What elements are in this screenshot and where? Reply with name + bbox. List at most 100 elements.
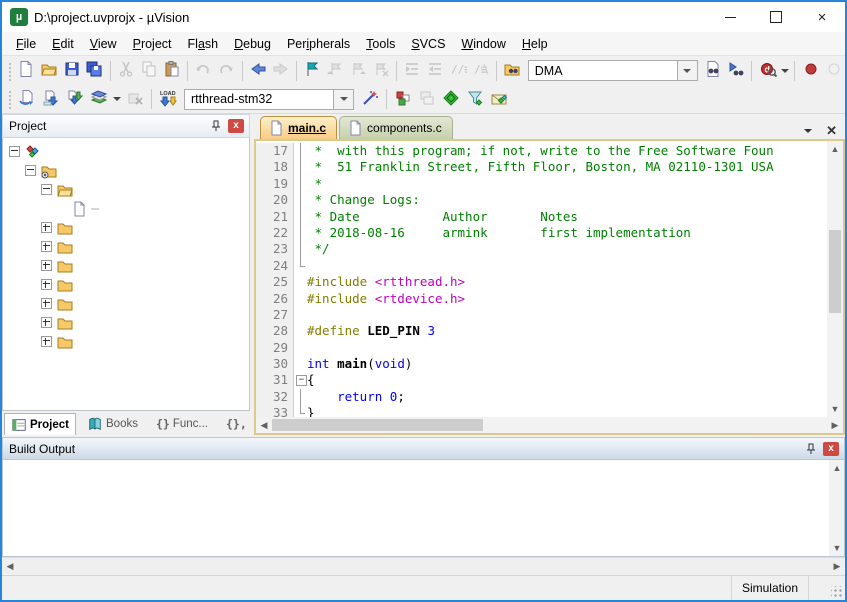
tree-toggle-minus[interactable] — [41, 184, 52, 195]
tree-item-label[interactable] — [77, 322, 85, 324]
code-line[interactable]: 17 * with this program; if not, write to… — [256, 143, 827, 159]
code-line[interactable]: 25 #include <rtthread.h> — [256, 274, 827, 290]
search-box[interactable]: DMA — [528, 60, 698, 81]
menu-edit[interactable]: Edit — [44, 34, 82, 54]
cut-button[interactable] — [115, 59, 138, 83]
build-output-vertical-scrollbar[interactable]: ▲ ▼ — [829, 460, 844, 556]
redo-button[interactable] — [215, 59, 238, 83]
indent-button[interactable] — [401, 59, 424, 83]
options-for-target-button[interactable] — [358, 87, 382, 111]
tree-item-label[interactable] — [77, 189, 85, 191]
code-line[interactable]: 23 */ — [256, 241, 827, 257]
scroll-down-icon[interactable]: ▼ — [827, 401, 843, 417]
tree-toggle-plus[interactable] — [41, 317, 52, 328]
search-box-dropdown-icon[interactable] — [678, 60, 698, 81]
close-button[interactable]: × — [799, 2, 845, 32]
tree-item-label[interactable] — [61, 170, 69, 172]
code-line[interactable]: 24 — [256, 258, 827, 274]
tree-item-kernel-sample[interactable] — [3, 332, 249, 351]
target-select[interactable]: rtthread-stm32 — [184, 89, 354, 110]
code-text[interactable]: int main(void) — [307, 356, 412, 372]
editor-vertical-scrollbar[interactable]: ▲ ▼ — [827, 141, 843, 417]
tree-toggle-plus[interactable] — [41, 241, 52, 252]
menu-project[interactable]: Project — [125, 34, 180, 54]
close-document-icon[interactable]: ✕ — [826, 123, 837, 139]
code-text[interactable]: * — [307, 176, 322, 192]
manage-project-items-button[interactable] — [391, 87, 415, 111]
code-text[interactable]: * Date Author Notes — [307, 209, 578, 225]
tree-item-drivers[interactable] — [3, 218, 249, 237]
target-select-value[interactable]: rtthread-stm32 — [184, 89, 334, 110]
kill-all-breakpoints-button[interactable] — [822, 59, 845, 83]
pin-icon[interactable] — [207, 118, 225, 134]
maximize-button[interactable] — [753, 2, 799, 32]
code-line[interactable]: 20 * Change Logs: — [256, 192, 827, 208]
title-bar[interactable]: µ D:\project.uvprojx - µVision × — [2, 2, 845, 32]
tree-item-stm32-hal[interactable] — [3, 237, 249, 256]
menu-peripherals[interactable]: Peripherals — [279, 34, 358, 54]
tree-item-label[interactable] — [77, 284, 85, 286]
download-to-flash-button[interactable]: LOAD — [156, 87, 180, 111]
find-in-files-button[interactable] — [501, 59, 524, 83]
panel-tab-project[interactable]: Project — [4, 413, 76, 435]
batch-build-button[interactable] — [87, 87, 111, 111]
tree-item-label[interactable] — [77, 227, 85, 229]
manage-run-time-environment-button[interactable] — [439, 87, 463, 111]
tree-toggle-plus[interactable] — [41, 298, 52, 309]
tree-toggle-minus[interactable] — [9, 146, 20, 157]
tree-item-main-c[interactable] — [3, 199, 249, 218]
select-software-packs-button[interactable] — [463, 87, 487, 111]
tree-toggle-plus[interactable] — [41, 336, 52, 347]
next-bookmark-button[interactable] — [347, 59, 370, 83]
build-output-content[interactable] — [3, 460, 829, 556]
pack-installer-button[interactable] — [487, 87, 511, 111]
clear-all-bookmarks-button[interactable] — [369, 59, 392, 83]
code-line[interactable]: 22 * 2018-08-16 armink first implementat… — [256, 225, 827, 241]
menu-window[interactable]: Window — [453, 34, 513, 54]
code-line[interactable]: 27 — [256, 307, 827, 323]
scrollbar-thumb[interactable] — [272, 419, 483, 431]
code-line[interactable]: 33 } — [256, 405, 827, 417]
code-line[interactable]: 21 * Date Author Notes — [256, 209, 827, 225]
panel-tab-func[interactable]: {}Func... — [149, 412, 215, 435]
tree-toggle-plus[interactable] — [41, 260, 52, 271]
insert-breakpoint-button[interactable] — [799, 59, 822, 83]
save-button[interactable] — [60, 59, 83, 83]
comment-selection-button[interactable]: //≡ — [447, 59, 470, 83]
paste-button[interactable] — [160, 59, 183, 83]
unindent-button[interactable] — [424, 59, 447, 83]
code-line[interactable]: 30 int main(void) — [256, 356, 827, 372]
menu-view[interactable]: View — [82, 34, 125, 54]
tab-list-dropdown-icon[interactable] — [804, 129, 812, 137]
tree-item-cortex-m3[interactable] — [3, 275, 249, 294]
find-button[interactable] — [702, 59, 725, 83]
scroll-down-icon[interactable]: ▼ — [829, 540, 845, 556]
build-output-horizontal-scrollbar[interactable]: ◀ ▶ — [2, 557, 845, 575]
tree-item-label[interactable] — [77, 265, 85, 267]
tree-item-finsh[interactable] — [3, 313, 249, 332]
code-text[interactable]: return 0; — [307, 389, 405, 405]
copy-button[interactable] — [138, 59, 161, 83]
code-line[interactable]: 26 #include <rtdevice.h> — [256, 291, 827, 307]
stop-build-button[interactable] — [123, 87, 147, 111]
code-text[interactable]: * with this program; if not, write to th… — [307, 143, 774, 159]
previous-bookmark-button[interactable] — [324, 59, 347, 83]
open-file-button[interactable] — [38, 59, 61, 83]
scroll-right-icon[interactable]: ▶ — [827, 417, 843, 433]
code-line[interactable]: 31 { — [256, 372, 827, 388]
search-box-value[interactable]: DMA — [528, 60, 678, 81]
code-line[interactable]: 18 * 51 Franklin Street, Fifth Floor, Bo… — [256, 159, 827, 175]
code-text[interactable]: #include <rtdevice.h> — [307, 291, 465, 307]
code-text[interactable]: #include <rtthread.h> — [307, 274, 465, 290]
scroll-left-icon[interactable]: ◀ — [2, 559, 18, 575]
tree-item-devicedrivers[interactable] — [3, 294, 249, 313]
toolbar-grip[interactable] — [7, 89, 12, 109]
tree-toggle-plus[interactable] — [41, 222, 52, 233]
navigate-back-button[interactable] — [247, 59, 270, 83]
tree-item-applications[interactable] — [3, 180, 249, 199]
editor-tab-components-c[interactable]: components.c — [339, 116, 453, 139]
tree-item-rtthread-stm32[interactable] — [3, 161, 249, 180]
code-text[interactable]: #define LED_PIN 3 — [307, 323, 435, 339]
toggle-bookmark-button[interactable] — [301, 59, 324, 83]
scroll-up-icon[interactable]: ▲ — [827, 141, 843, 157]
